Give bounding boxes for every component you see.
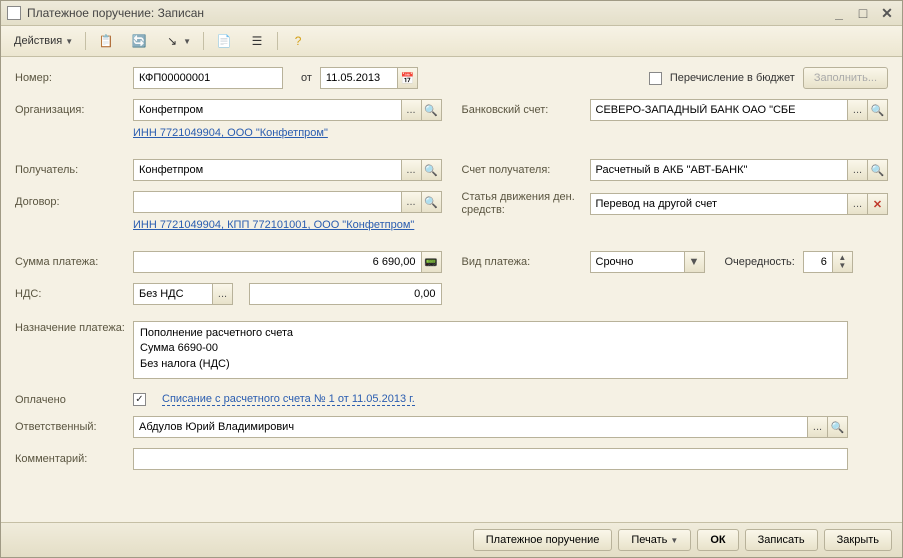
help-icon: ? <box>290 33 306 49</box>
form-body: Номер: от 📅 Перечисление в бюджет Заполн… <box>1 57 902 522</box>
select-button[interactable]: ... <box>402 191 422 213</box>
date-field[interactable] <box>320 67 398 89</box>
document-icon <box>7 6 21 20</box>
responsible-field[interactable] <box>133 416 808 438</box>
select-button[interactable]: ... <box>848 159 868 181</box>
select-button[interactable]: ... <box>402 99 422 121</box>
window-title: Платежное поручение: Записан <box>27 6 824 20</box>
separator <box>277 32 278 50</box>
amount-label: Сумма платежа: <box>15 256 125 268</box>
list-button[interactable]: ☰ <box>242 29 272 53</box>
open-button[interactable]: 🔍 <box>868 159 888 181</box>
list-icon: ☰ <box>249 33 265 49</box>
comment-field[interactable] <box>133 448 848 470</box>
post-icon: 📋 <box>98 33 114 49</box>
organization-field[interactable] <box>133 99 402 121</box>
vat-label: НДС: <box>15 288 125 300</box>
contract-field[interactable] <box>133 191 402 213</box>
ok-button[interactable]: ОК <box>697 529 738 551</box>
save-button[interactable]: Записать <box>745 529 818 551</box>
from-label: от <box>301 72 312 84</box>
purpose-label: Назначение платежа: <box>15 321 125 335</box>
open-button[interactable]: 🔍 <box>828 416 848 438</box>
actions-menu[interactable]: Действия ▼ <box>7 31 80 51</box>
separator <box>85 32 86 50</box>
select-button[interactable]: ... <box>848 193 868 215</box>
organization-label: Организация: <box>15 104 125 116</box>
clear-button[interactable]: ✕ <box>868 193 888 215</box>
open-button[interactable]: 🔍 <box>422 159 442 181</box>
toolbar: Действия ▼ 📋 🔄 ↘▼ 📄 ☰ ? <box>1 26 902 57</box>
refresh-icon: 🔄 <box>131 33 147 49</box>
help-button[interactable]: ? <box>283 29 313 53</box>
payment-order-button[interactable]: Платежное поручение <box>473 529 613 551</box>
priority-label: Очередность: <box>725 256 795 268</box>
recipient-field[interactable] <box>133 159 402 181</box>
close-button[interactable]: ✕ <box>878 5 896 21</box>
contract-label: Договор: <box>15 196 125 208</box>
refresh-button[interactable]: 🔄 <box>124 29 154 53</box>
amount-field[interactable] <box>133 251 422 273</box>
minimize-button[interactable]: _ <box>830 5 848 21</box>
priority-field[interactable] <box>803 251 833 273</box>
open-button[interactable]: 🔍 <box>422 191 442 213</box>
paid-link[interactable]: Списание с расчетного счета № 1 от 11.05… <box>162 393 415 406</box>
organization-link[interactable]: ИНН 7721049904, ООО "Конфетпром" <box>133 127 328 139</box>
bank-account-field[interactable] <box>590 99 849 121</box>
number-label: Номер: <box>15 72 125 84</box>
bank-account-label: Банковский счет: <box>462 104 582 116</box>
fill-button[interactable]: Заполнить... <box>803 67 888 89</box>
budget-label: Перечисление в бюджет <box>670 72 795 84</box>
number-field[interactable] <box>133 67 283 89</box>
actions-label: Действия <box>14 35 62 47</box>
titlebar: Платежное поручение: Записан _ □ ✕ <box>1 1 902 26</box>
clear-icon: ✕ <box>873 198 882 211</box>
goto-icon: ↘ <box>164 33 180 49</box>
close-footer-button[interactable]: Закрыть <box>824 529 892 551</box>
post-button[interactable]: 📋 <box>91 29 121 53</box>
calendar-button[interactable]: 📅 <box>398 67 418 89</box>
goto-button[interactable]: ↘▼ <box>157 29 198 53</box>
chevron-down-icon: ▼ <box>689 256 700 268</box>
maximize-button[interactable]: □ <box>854 5 872 21</box>
report-button[interactable]: 📄 <box>209 29 239 53</box>
calendar-icon: 📅 <box>401 72 415 85</box>
vat-type-field[interactable] <box>133 283 213 305</box>
footer: Платежное поручение Печать ▼ ОК Записать… <box>1 522 902 557</box>
open-button[interactable]: 🔍 <box>868 99 888 121</box>
chevron-down-icon: ▼ <box>838 262 846 270</box>
report-icon: 📄 <box>216 33 232 49</box>
recipient-account-field[interactable] <box>590 159 849 181</box>
dropdown-button[interactable]: ▼ <box>685 251 705 273</box>
chevron-down-icon: ▼ <box>65 37 73 46</box>
print-button[interactable]: Печать ▼ <box>618 529 691 551</box>
vat-amount-field[interactable] <box>249 283 442 305</box>
cashflow-label: Статья движения ден. средств: <box>462 191 582 217</box>
paid-checkbox[interactable]: ✓ <box>133 393 146 406</box>
comment-label: Комментарий: <box>15 453 125 465</box>
chevron-down-icon: ▼ <box>670 536 678 545</box>
purpose-field[interactable] <box>133 321 848 379</box>
responsible-label: Ответственный: <box>15 421 125 433</box>
select-button[interactable]: ... <box>213 283 233 305</box>
select-button[interactable]: ... <box>848 99 868 121</box>
calculator-button[interactable]: 📟 <box>422 251 442 273</box>
paid-label: Оплачено <box>15 394 125 406</box>
budget-checkbox[interactable] <box>649 72 662 85</box>
calculator-icon: 📟 <box>424 256 438 269</box>
select-button[interactable]: ... <box>402 159 422 181</box>
recipient-account-label: Счет получателя: <box>462 164 582 176</box>
payment-type-label: Вид платежа: <box>462 256 582 268</box>
recipient-label: Получатель: <box>15 164 125 176</box>
cashflow-field[interactable] <box>590 193 849 215</box>
recipient-link[interactable]: ИНН 7721049904, КПП 772101001, ООО "Конф… <box>133 219 414 231</box>
payment-type-field[interactable] <box>590 251 685 273</box>
spinner-button[interactable]: ▲▼ <box>833 251 853 273</box>
chevron-down-icon: ▼ <box>183 37 191 46</box>
open-button[interactable]: 🔍 <box>422 99 442 121</box>
separator <box>203 32 204 50</box>
select-button[interactable]: ... <box>808 416 828 438</box>
print-label: Печать <box>631 534 667 546</box>
